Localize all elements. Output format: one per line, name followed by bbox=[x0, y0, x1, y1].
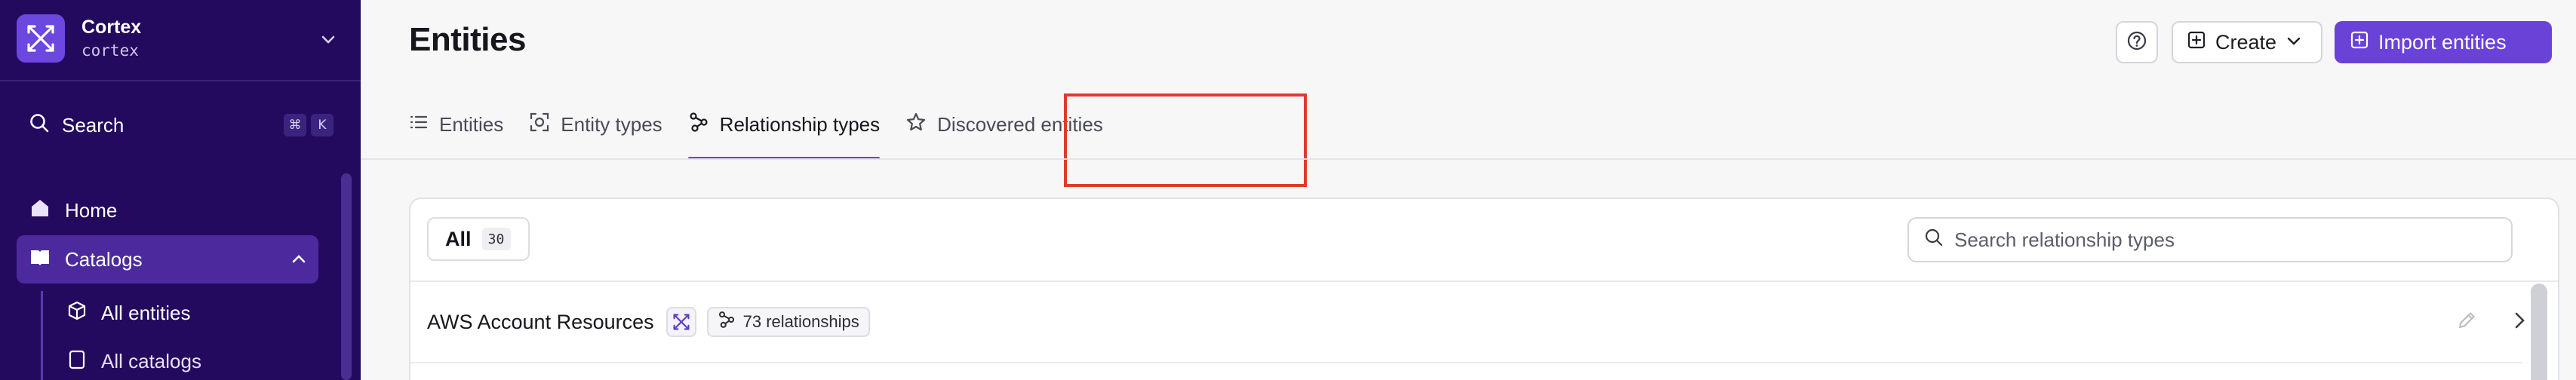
cortex-logo-icon bbox=[666, 307, 696, 337]
row-divider bbox=[410, 362, 2523, 363]
sidebar-divider bbox=[0, 80, 361, 81]
home-icon bbox=[29, 197, 51, 225]
tab-bar: Entities Entity types Relationship types… bbox=[409, 106, 1129, 160]
sidebar-item-label: All entities bbox=[101, 301, 191, 324]
sidebar-item-label: All catalogs bbox=[101, 349, 201, 372]
sidebar-item-catalogs[interactable]: Catalogs bbox=[17, 235, 318, 283]
sidebar-search-label: Search bbox=[62, 113, 124, 136]
search-relationship-types[interactable] bbox=[1907, 217, 2513, 262]
catalog-icon bbox=[66, 348, 88, 375]
row-name: AWS Account Resources bbox=[427, 310, 654, 333]
workspace-switcher[interactable]: Cortex cortex bbox=[17, 14, 344, 63]
help-icon bbox=[2126, 30, 2147, 55]
relationship-types-card: All 30 AWS Account Resources 73 relation… bbox=[409, 198, 2559, 380]
chevron-down-icon bbox=[2286, 31, 2302, 54]
sidebar: Cortex cortex Search ⌘ K Home Catalogs A… bbox=[0, 0, 361, 380]
list-scrollbar[interactable] bbox=[2531, 283, 2547, 380]
highlight-box bbox=[1064, 93, 1307, 187]
create-button[interactable]: Create bbox=[2172, 21, 2322, 63]
count-badge: 30 bbox=[481, 228, 511, 250]
help-button[interactable] bbox=[2116, 21, 2158, 63]
table-row[interactable]: AWS Account Resources 73 relationships bbox=[410, 282, 2525, 362]
relationship-icon bbox=[718, 311, 736, 333]
relationship-count-badge: 73 relationships bbox=[706, 307, 870, 337]
chevron-down-icon bbox=[320, 31, 337, 51]
tab-relationship-types[interactable]: Relationship types bbox=[687, 106, 881, 160]
keyboard-shortcut: ⌘ K bbox=[284, 114, 334, 136]
chevron-right-icon[interactable] bbox=[2508, 309, 2531, 336]
create-button-label: Create bbox=[2215, 30, 2277, 54]
import-entities-label: Import entities bbox=[2378, 30, 2507, 54]
sidebar-item-home[interactable]: Home bbox=[17, 186, 318, 234]
tab-entities[interactable]: Entities bbox=[409, 106, 503, 143]
workspace-slug: cortex bbox=[81, 41, 139, 60]
submenu-indicator-line bbox=[41, 291, 43, 380]
sidebar-search[interactable]: Search ⌘ K bbox=[29, 109, 334, 142]
book-icon bbox=[29, 246, 51, 274]
filter-all-label: All bbox=[445, 227, 472, 250]
entity-type-icon bbox=[529, 112, 550, 138]
sidebar-item-label: Home bbox=[65, 198, 118, 222]
sidebar-scrollbar[interactable] bbox=[341, 173, 352, 380]
tab-entity-types[interactable]: Entity types bbox=[529, 106, 662, 143]
cube-icon bbox=[66, 300, 88, 326]
kbd-k: K bbox=[311, 114, 334, 136]
kbd-cmd: ⌘ bbox=[284, 114, 306, 136]
star-icon bbox=[905, 112, 927, 138]
search-input[interactable] bbox=[1954, 228, 2482, 252]
search-icon bbox=[29, 112, 50, 139]
search-icon bbox=[1924, 228, 1944, 253]
cortex-logo bbox=[17, 14, 65, 63]
tab-label: Entity types bbox=[561, 112, 662, 136]
relationship-icon bbox=[688, 112, 709, 138]
workspace-name: Cortex bbox=[81, 17, 142, 38]
list-icon bbox=[409, 112, 429, 137]
sidebar-item-label: Catalogs bbox=[65, 247, 143, 271]
relationship-count: 73 relationships bbox=[742, 312, 859, 331]
main-content: Entities Create Import entities Entities bbox=[361, 0, 2576, 380]
tab-label: Relationship types bbox=[719, 112, 881, 136]
sidebar-item-all-catalogs[interactable]: All catalogs bbox=[66, 342, 201, 380]
page-title: Entities bbox=[409, 21, 526, 58]
filter-all-button[interactable]: All 30 bbox=[427, 217, 530, 261]
edit-icon[interactable] bbox=[2455, 309, 2478, 336]
chevron-up-icon bbox=[290, 250, 308, 274]
sidebar-item-all-entities[interactable]: All entities bbox=[66, 294, 191, 332]
tabs-divider bbox=[361, 158, 2576, 160]
tab-label: Entities bbox=[439, 112, 504, 136]
import-entities-button[interactable]: Import entities bbox=[2335, 21, 2552, 63]
plus-square-icon bbox=[2350, 30, 2369, 55]
plus-square-icon bbox=[2187, 30, 2206, 55]
